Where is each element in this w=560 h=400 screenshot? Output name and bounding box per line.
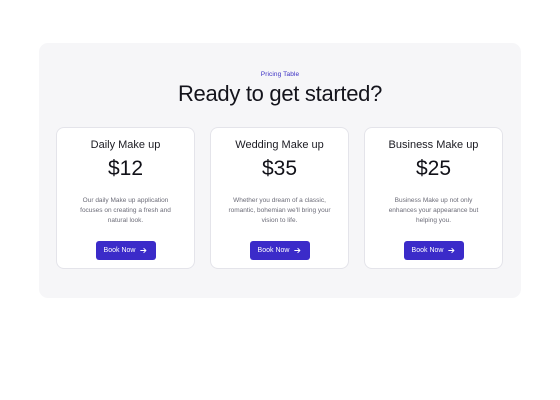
card-description: Our daily Make up application focuses on… <box>80 197 171 224</box>
book-now-label: Book Now <box>103 247 136 254</box>
arrow-right-icon <box>448 247 455 254</box>
book-now-button[interactable]: Book Now <box>95 241 156 260</box>
card-title: Business Make up <box>388 139 479 151</box>
card-price: $25 <box>415 157 452 180</box>
card-description: Business Make up not only enhances your … <box>388 197 479 224</box>
book-now-label: Book Now <box>257 247 290 254</box>
pricing-card-daily: Daily Make up $12 Our daily Make up appl… <box>56 127 195 269</box>
pricing-eyebrow: Pricing Table <box>260 71 300 78</box>
card-price: $35 <box>261 157 298 180</box>
arrow-right-icon <box>140 247 147 254</box>
book-now-button[interactable]: Book Now <box>403 241 464 260</box>
pricing-section: Pricing Table Ready to get started? Dail… <box>39 43 521 298</box>
book-now-button[interactable]: Book Now <box>249 241 310 260</box>
card-title: Daily Make up <box>90 139 161 151</box>
book-now-label: Book Now <box>411 247 444 254</box>
card-description: Whether you dream of a classic, romantic… <box>228 197 331 224</box>
pricing-card-business: Business Make up $25 Business Make up no… <box>364 127 503 269</box>
card-title: Wedding Make up <box>235 139 324 151</box>
pricing-card-wedding: Wedding Make up $35 Whether you dream of… <box>210 127 349 269</box>
arrow-right-icon <box>294 247 301 254</box>
pricing-headline: Ready to get started? <box>177 81 383 106</box>
card-price: $12 <box>107 157 144 180</box>
